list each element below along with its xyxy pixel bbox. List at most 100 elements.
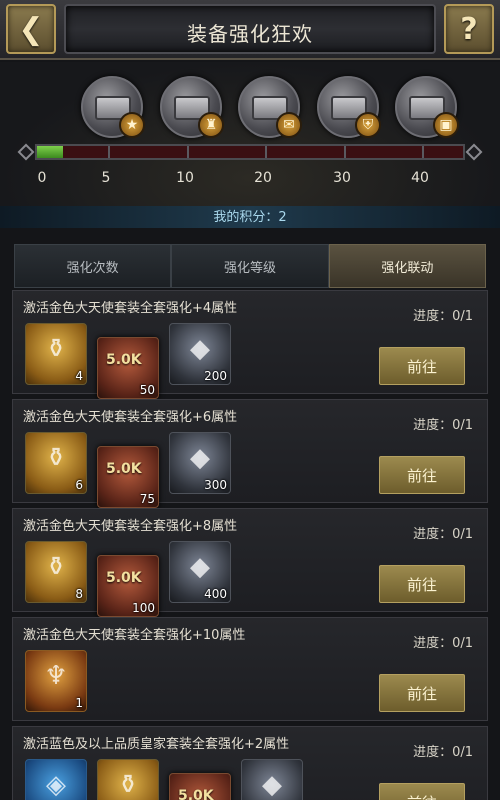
- chest-badge-icon: ♜: [198, 112, 224, 138]
- question-icon: ?: [460, 11, 478, 47]
- reward-item-gold[interactable]: ⚱ 6: [25, 432, 87, 494]
- my-score: 我的积分：2: [213, 210, 287, 225]
- item-value-label: 5.0K: [106, 352, 142, 368]
- milestone-chest[interactable]: ⛨: [317, 76, 381, 138]
- milestone-label: 5: [101, 170, 111, 186]
- ore-item-icon: ◆: [190, 552, 210, 582]
- item-quantity: 400: [204, 587, 227, 601]
- reward-item-ore[interactable]: ◆ 200: [169, 323, 231, 385]
- task-title: 激活蓝色及以上品质皇家套装全套强化+2属性: [23, 737, 290, 752]
- milestone-label: 10: [176, 170, 194, 186]
- task-progress: 进度：0/1: [413, 527, 473, 542]
- bar-left-cap: [17, 143, 35, 161]
- reward-item-gold[interactable]: ⚱ 8: [25, 541, 87, 603]
- item-quantity: 50: [139, 383, 155, 397]
- chest-badge-icon: ✉: [276, 112, 302, 138]
- chest-badge-icon: ⛨: [355, 112, 381, 138]
- task-card: 激活蓝色及以上品质皇家套装全套强化+2属性进度：0/1 前往 ◈ ⚱ 5.0K ◆: [12, 726, 488, 800]
- task-title: 激活金色大天使套装全套强化+8属性: [23, 519, 238, 534]
- reward-item-chest[interactable]: 5.0K 50: [97, 337, 159, 399]
- reward-item-fire[interactable]: ♆ 1: [25, 650, 87, 712]
- milestone-label: 0: [37, 170, 47, 186]
- task-progress: 进度：0/1: [413, 636, 473, 651]
- reward-item-gold[interactable]: ⚱: [97, 759, 159, 800]
- milestone-chest[interactable]: ★: [81, 76, 145, 138]
- task-title: 激活金色大天使套装全套强化+6属性: [23, 410, 238, 425]
- task-card: 激活金色大天使套装全套强化+4属性 进度：0/1 前往 ⚱ 4 5.0K 50 ◆ 200: [12, 290, 488, 399]
- progress-tick: [265, 146, 267, 158]
- chest-badge-icon: ★: [119, 112, 145, 138]
- reward-item-chest[interactable]: 5.0K: [169, 773, 231, 800]
- back-button[interactable]: ❮: [6, 4, 56, 54]
- item-quantity: 75: [139, 492, 155, 506]
- title-plate: 装备强化狂欢: [64, 4, 436, 54]
- item-value-label: 5.0K: [106, 461, 142, 477]
- item-quantity: 200: [204, 369, 227, 383]
- milestone-rewards: 0 5 10 20 30 40 ★ ♜ ✉ ⛨ ▣: [0, 62, 500, 207]
- go-button[interactable]: 前往: [379, 565, 465, 603]
- reward-item-chest[interactable]: 5.0K 75: [97, 446, 159, 508]
- go-button[interactable]: 前往: [379, 347, 465, 385]
- ore-item-icon: ◆: [190, 334, 210, 364]
- item-quantity: 4: [75, 369, 83, 383]
- tab-bar: 强化次数 强化等级 强化联动: [14, 244, 486, 288]
- go-button[interactable]: 前往: [379, 456, 465, 494]
- tab-2[interactable]: 强化等级: [171, 244, 329, 288]
- item-value-label: 5.0K: [106, 570, 142, 586]
- page-title: 装备强化狂欢: [187, 22, 313, 46]
- reward-items: ⚱ 4 5.0K 50 ◆ 200: [25, 323, 241, 399]
- fire-item-icon: ♆: [44, 661, 68, 691]
- reward-item-gold[interactable]: ⚱ 4: [25, 323, 87, 385]
- item-value-label: 5.0K: [178, 788, 214, 800]
- help-button[interactable]: ?: [444, 4, 494, 54]
- gold-item-icon: ⚱: [45, 334, 67, 364]
- reward-items: ⚱ 8 5.0K 100 ◆ 400: [25, 541, 241, 617]
- reward-item-ore[interactable]: ◆ 400: [169, 541, 231, 603]
- tab-1[interactable]: 强化次数: [14, 244, 172, 288]
- go-button[interactable]: 前往: [379, 783, 465, 800]
- task-card: 激活金色大天使套装全套强化+10属性 进度：0/1 前往 ♆ 1: [12, 617, 488, 721]
- go-button[interactable]: 前往: [379, 674, 465, 712]
- header-bar: ❮ 装备强化狂欢 ?: [0, 0, 500, 60]
- reward-item-ore[interactable]: ◆ 300: [169, 432, 231, 494]
- task-card: 激活金色大天使套装全套强化+8属性 进度：0/1 前往 ⚱ 8 5.0K 100 ◆ 400: [12, 508, 488, 617]
- milestone-label: 20: [254, 170, 272, 186]
- ore-item-icon: ◆: [190, 443, 210, 473]
- task-card: 激活金色大天使套装全套强化+6属性 进度：0/1 前往 ⚱ 6 5.0K 75 ◆ 300: [12, 399, 488, 508]
- task-progress: 进度：0/1: [413, 309, 473, 324]
- milestone-chest[interactable]: ✉: [238, 76, 302, 138]
- reward-item-chest[interactable]: 5.0K 100: [97, 555, 159, 617]
- bar-right-cap: [465, 143, 483, 161]
- reward-items: ♆ 1: [25, 650, 97, 712]
- task-title: 激活金色大天使套装全套强化+10属性: [23, 628, 246, 643]
- reward-items: ◈ ⚱ 5.0K ◆: [25, 759, 313, 800]
- reward-items: ⚱ 6 5.0K 75 ◆ 300: [25, 432, 241, 508]
- milestone-chest[interactable]: ♜: [160, 76, 224, 138]
- milestone-chest[interactable]: ▣: [395, 76, 459, 138]
- task-progress: 进度：0/1: [413, 745, 473, 760]
- gold-item-icon: ⚱: [117, 770, 139, 800]
- ore-item-icon: ◆: [262, 770, 282, 800]
- score-progress-bar: [35, 144, 465, 160]
- task-progress: 进度：0/1: [413, 418, 473, 433]
- tab-3[interactable]: 强化联动: [328, 244, 486, 288]
- gold-item-icon: ⚱: [45, 552, 67, 582]
- item-quantity: 6: [75, 478, 83, 492]
- back-arrow-icon: ❮: [18, 11, 44, 47]
- chest-badge-icon: ▣: [433, 112, 459, 138]
- progress-tick: [187, 146, 189, 158]
- item-quantity: 100: [132, 601, 155, 615]
- reward-item-blue[interactable]: ◈: [25, 759, 87, 800]
- item-quantity: 8: [75, 587, 83, 601]
- score-progress-fill: [37, 146, 63, 158]
- milestone-label: 30: [333, 170, 351, 186]
- progress-tick: [422, 146, 424, 158]
- progress-tick: [108, 146, 110, 158]
- task-title: 激活金色大天使套装全套强化+4属性: [23, 301, 238, 316]
- item-quantity: 1: [75, 696, 83, 710]
- reward-item-ore[interactable]: ◆: [241, 759, 303, 800]
- milestone-label: 40: [411, 170, 429, 186]
- progress-tick: [344, 146, 346, 158]
- gold-item-icon: ⚱: [45, 443, 67, 473]
- task-list: 激活金色大天使套装全套强化+4属性 进度：0/1 前往 ⚱ 4 5.0K 50 ◆ 200 激活金…: [12, 290, 488, 800]
